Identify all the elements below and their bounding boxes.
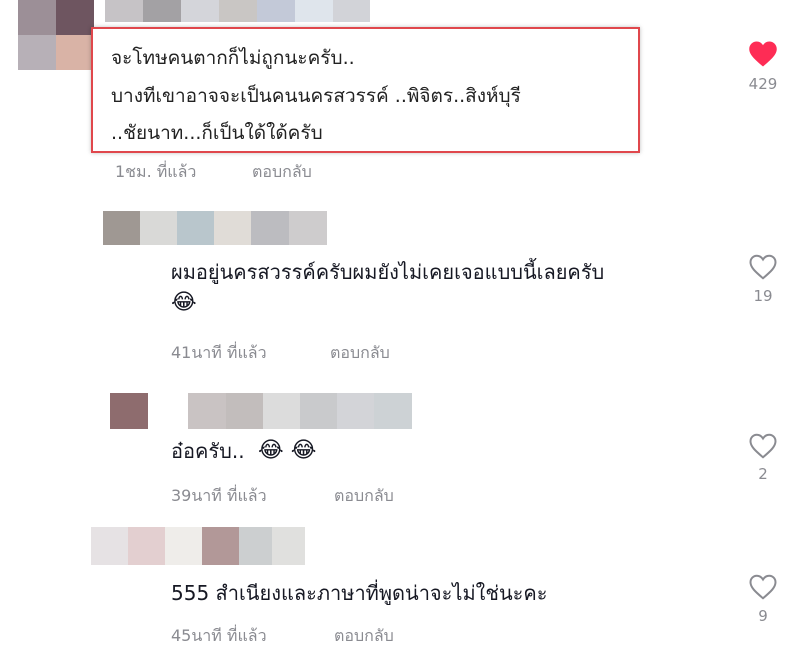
like-count: 429 bbox=[748, 75, 778, 93]
comment-time: 41นาที ที่แล้ว bbox=[171, 343, 267, 362]
username-pixelated[interactable] bbox=[188, 393, 412, 429]
reply-button[interactable]: ตอบกลับ bbox=[334, 624, 394, 649]
comment-time: 39นาที ที่แล้ว bbox=[171, 486, 267, 505]
like-count: 19 bbox=[753, 287, 773, 305]
comment-time: 45นาที ที่แล้ว bbox=[171, 626, 267, 645]
comment-time: 1ชม. ที่แล้ว bbox=[115, 162, 197, 181]
reply-button[interactable]: ตอบกลับ bbox=[334, 484, 394, 509]
heart-filled-icon bbox=[749, 41, 777, 67]
comment-text-line-2: บางทีเขาอาจจะเป็นคนนครสวรรค์ ..พิจิตร..ส… bbox=[111, 85, 521, 107]
username-pixelated[interactable] bbox=[91, 527, 305, 565]
like-count: 2 bbox=[758, 465, 768, 483]
username-pixelated[interactable] bbox=[103, 211, 327, 245]
heart-outline-icon bbox=[749, 574, 777, 600]
like-button[interactable] bbox=[748, 253, 778, 285]
comment-emoji: 😂 😂 bbox=[258, 438, 317, 463]
username-pixelated[interactable] bbox=[105, 0, 370, 22]
comment-text: ผมอยู่นครสวรรค์ครับผมยังไม่เคยเจอแบบนี้เ… bbox=[171, 260, 605, 284]
reply-button[interactable]: ตอบกลับ bbox=[330, 341, 390, 366]
avatar-pixelated[interactable] bbox=[18, 0, 94, 70]
comment-text: อ๋อครับ.. bbox=[171, 439, 245, 463]
avatar-pixelated[interactable] bbox=[110, 393, 148, 429]
highlight-box: จะโทษคนตากก็ไม่ถูกนะครับ.. บางทีเขาอาจจะ… bbox=[91, 27, 640, 153]
comment-emoji: 😂 bbox=[171, 290, 197, 315]
heart-outline-icon bbox=[749, 254, 777, 280]
comment-text-line-3: ..ชัยนาท...ก็เป็นใด้ใด้ครับ bbox=[111, 122, 323, 144]
comment-text-line-1: จะโทษคนตากก็ไม่ถูกนะครับ.. bbox=[111, 47, 355, 69]
comment-text: 555 สำเนียงและภาษาที่พูดน่าจะไม่ใช่นะคะ bbox=[171, 581, 548, 605]
reply-button[interactable]: ตอบกลับ bbox=[252, 160, 312, 185]
like-button[interactable] bbox=[748, 573, 778, 605]
like-button[interactable] bbox=[748, 40, 778, 72]
like-count: 9 bbox=[758, 607, 768, 625]
heart-outline-icon bbox=[749, 433, 777, 459]
like-button[interactable] bbox=[748, 432, 778, 464]
